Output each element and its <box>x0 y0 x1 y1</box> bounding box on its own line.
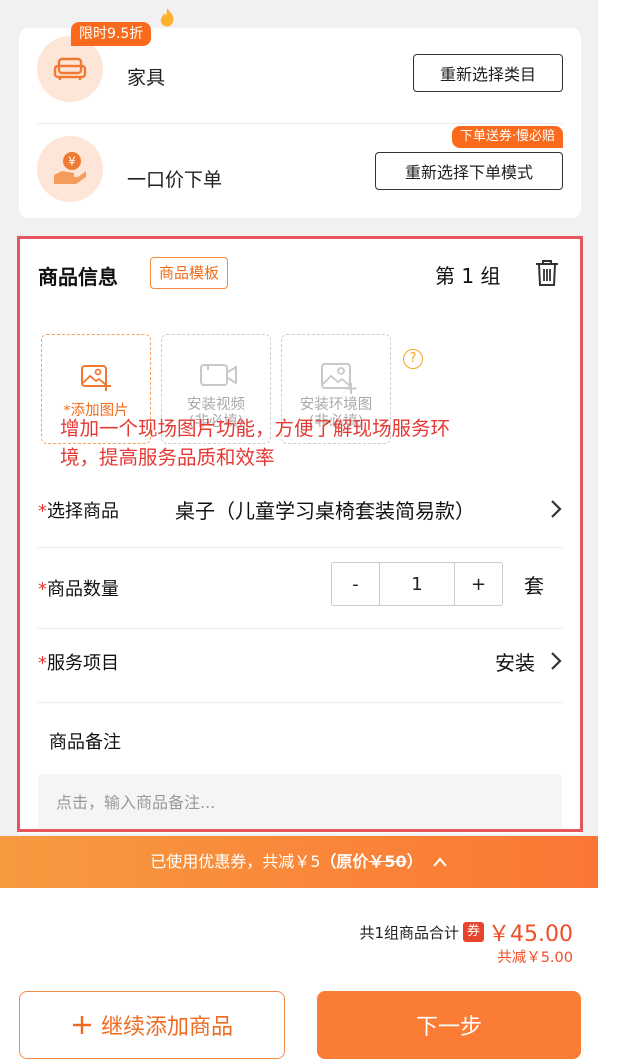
quantity-decrease-button[interactable]: - <box>332 563 380 605</box>
continue-add-label: 继续添加商品 <box>100 1015 233 1040</box>
help-icon[interactable]: ? <box>403 349 423 369</box>
product-info-card: 商品信息 商品模板 第 1 组 *添加图片 安装视频 (非必填) 安装环境图 (… <box>19 236 581 834</box>
install-video-label-line1: 安装视频 <box>187 397 245 413</box>
category-name: 家具 <box>127 67 166 89</box>
coupon-text: 已使用优惠券，共减￥5 <box>150 852 321 871</box>
quantity-increase-button[interactable]: + <box>454 563 502 605</box>
quantity-input[interactable]: 1 <box>380 563 454 605</box>
reselect-category-button[interactable]: 重新选择类目 <box>413 54 563 92</box>
select-product-row[interactable]: *选择商品 桌子（儿童学习桌椅套装简易款） <box>19 478 581 538</box>
right-edge-strip <box>598 0 618 1064</box>
original-price: ￥50 <box>368 852 407 871</box>
order-mode-icon-circle: ¥ <box>37 136 103 202</box>
plus-icon <box>72 1016 91 1034</box>
discount-tag: 限时9.5折 <box>71 22 152 46</box>
next-step-button[interactable]: 下一步 <box>317 991 581 1059</box>
template-button[interactable]: 商品模板 <box>150 257 229 289</box>
note-input[interactable]: 点击，输入商品备注... <box>38 774 562 832</box>
coupon-bar[interactable]: 已使用优惠券，共减￥5（原价￥50） <box>0 836 598 888</box>
service-label: *服务项目 <box>38 653 119 674</box>
original-price-label: （原价 <box>320 852 369 871</box>
trash-icon[interactable] <box>533 258 561 288</box>
category-card: 限时9.5折 家具 重新选择类目 ¥ 下单送券·慢必赔 一口价下单 重新选择下单… <box>19 8 581 218</box>
total-amount: ￥45.00 <box>488 922 573 947</box>
divider <box>37 628 563 629</box>
divider <box>37 702 563 703</box>
sofa-icon <box>53 57 87 80</box>
section-title: 商品信息 <box>38 265 118 289</box>
video-icon <box>200 364 237 386</box>
total-row: 共1组商品合计 券 ￥45.00 <box>359 916 573 948</box>
quantity-unit: 套 <box>524 574 544 598</box>
note-label: 商品备注 <box>49 732 121 753</box>
divider <box>37 547 563 548</box>
service-value: 安装 <box>495 651 535 675</box>
flame-icon <box>160 8 174 27</box>
total-label: 共1组商品合计 <box>359 923 459 942</box>
select-product-label: *选择商品 <box>38 501 119 522</box>
quantity-label: *商品数量 <box>38 579 119 600</box>
saved-amount: 共减￥5.00 <box>497 950 573 966</box>
order-mode-name: 一口价下单 <box>127 169 223 191</box>
original-price-close: ） <box>406 852 423 871</box>
chevron-up-icon <box>433 857 447 867</box>
chevron-right-icon <box>551 500 562 518</box>
environment-image-label-line1: 安装环境图 <box>299 397 373 413</box>
coupon-badge: 券 <box>463 922 485 942</box>
service-row[interactable]: *服务项目 安装 <box>19 632 581 692</box>
hand-coin-icon: ¥ <box>54 152 86 184</box>
select-product-value: 桌子（儿童学习桌椅套装简易款） <box>175 499 475 523</box>
svg-text:¥: ¥ <box>68 155 76 169</box>
category-row: 限时9.5折 家具 重新选择类目 <box>19 8 581 123</box>
bottom-bar: 共1组商品合计 券 ￥45.00 共减￥5.00 继续添加商品 下一步 <box>0 888 598 1064</box>
chevron-right-icon <box>551 652 562 670</box>
group-label: 第 1 组 <box>435 264 501 288</box>
quantity-stepper: - 1 + <box>331 562 503 606</box>
reselect-mode-button[interactable]: 重新选择下单模式 <box>375 152 563 190</box>
image-add-icon <box>81 365 111 391</box>
continue-add-button[interactable]: 继续添加商品 <box>19 991 285 1059</box>
promo-tag: 下单送券·慢必赔 <box>451 126 563 148</box>
order-mode-row: ¥ 下单送券·慢必赔 一口价下单 重新选择下单模式 <box>19 123 581 218</box>
annotation-text: 增加一个现场图片功能，方便了解现场服务环境，提高服务品质和效率 <box>60 417 451 469</box>
image-add-icon <box>321 363 357 394</box>
